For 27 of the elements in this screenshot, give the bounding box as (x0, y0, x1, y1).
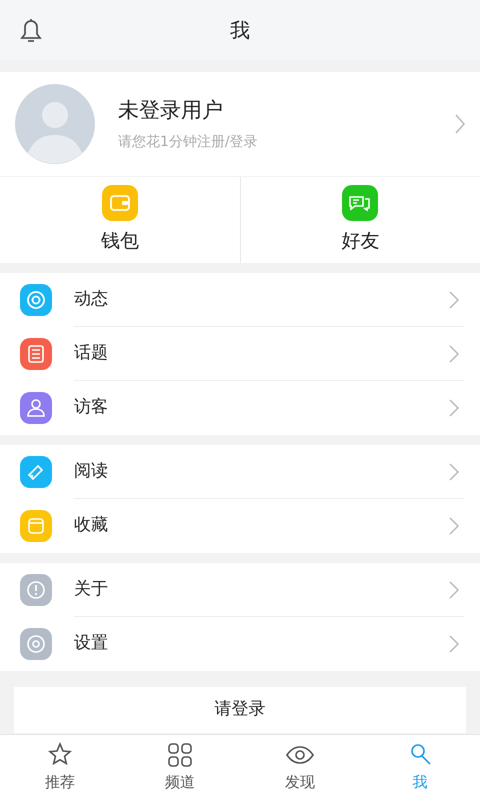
chevron-right-icon (448, 398, 460, 418)
nav-tab[interactable]: 频道 (120, 735, 240, 800)
user-name: 未登录用户 (118, 96, 224, 124)
menu-item[interactable]: 话题 (0, 327, 480, 381)
menu-item[interactable]: 收藏 (0, 499, 480, 553)
chevron-right-icon (448, 634, 460, 654)
menu-item[interactable]: 动态 (0, 273, 480, 327)
avatar-icon (14, 83, 96, 165)
menu-item[interactable]: 关于 (0, 563, 480, 617)
page-title: 我 (230, 17, 250, 44)
menu-item[interactable]: 阅读 (0, 445, 480, 499)
menu-item[interactable]: 访客 (0, 381, 480, 435)
nav-tab[interactable]: 推荐 (0, 735, 120, 800)
chevron-right-icon (454, 113, 466, 135)
chevron-right-icon (448, 344, 460, 364)
nav-tab[interactable]: 发现 (240, 735, 360, 800)
chevron-right-icon (448, 462, 460, 482)
chevron-right-icon (448, 290, 460, 310)
shortcut-tile[interactable]: 好友 (240, 177, 480, 263)
grid-icon (166, 741, 194, 770)
register-hint: 请您花1分钟注册/登录 (118, 133, 259, 152)
chevron-right-icon (448, 516, 460, 536)
profile-card[interactable]: 未登录用户 请您花1分钟注册/登录 (0, 72, 480, 176)
shortcut-tile[interactable]: 钱包 (0, 177, 240, 263)
menu-item[interactable]: 设置 (0, 617, 480, 671)
chevron-right-icon (448, 580, 460, 600)
login-button[interactable]: 请登录 (14, 687, 466, 733)
